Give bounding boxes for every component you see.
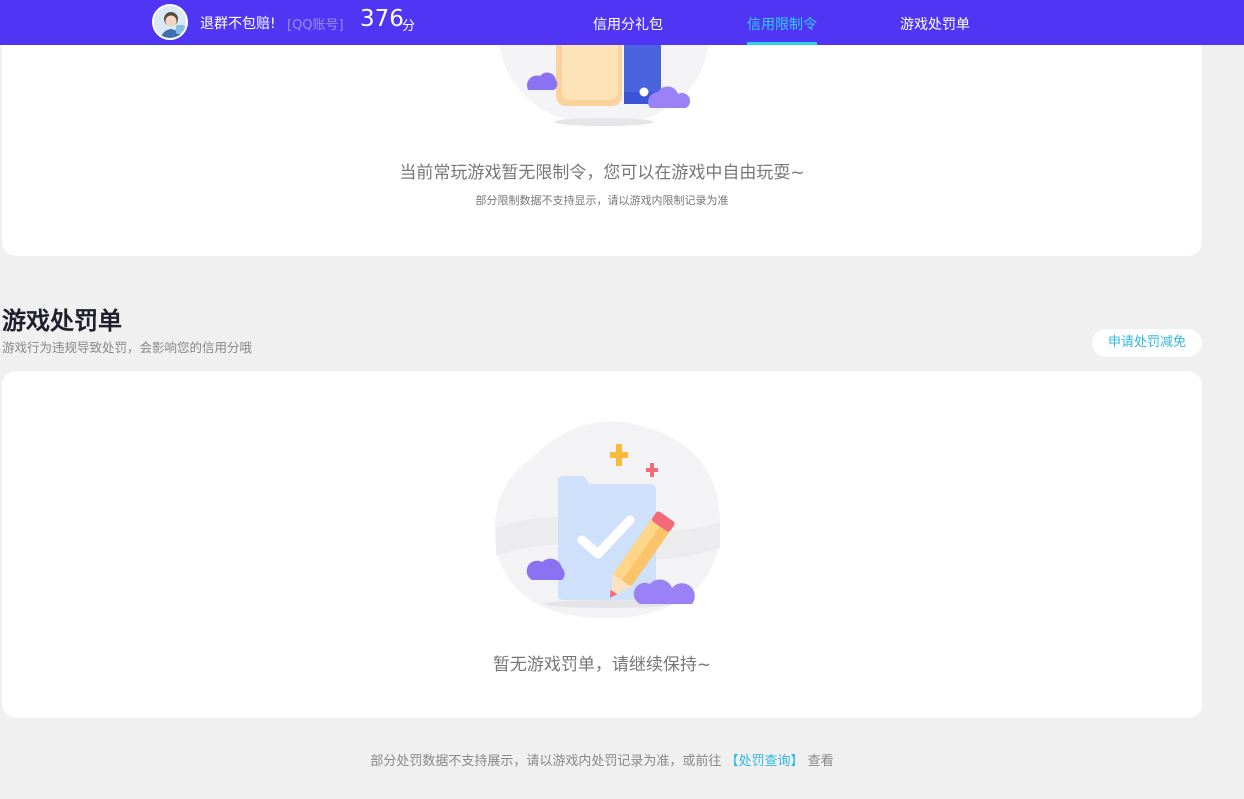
footer-text-after: 查看	[807, 754, 834, 769]
penalty-section-title: 游戏处罚单	[2, 307, 122, 335]
restriction-note: 部分限制数据不支持显示，请以游戏内限制记录为准	[475, 194, 729, 207]
restriction-empty-message: 当前常玩游戏暂无限制令，您可以在游戏中自由玩耍~	[399, 163, 805, 183]
active-tab-indicator	[747, 42, 817, 45]
credit-score: 376	[360, 6, 404, 32]
penalty-footer-note: 部分处罚数据不支持展示，请以游戏内处罚记录为准，或前往 【处罚查询】 查看	[0, 750, 1204, 769]
credit-score-unit: 分	[402, 19, 416, 34]
apply-penalty-reduction-button[interactable]: 申请处罚减免	[1092, 329, 1202, 357]
top-nav-bar: 退群不包赔! [QQ账号] 376 分 信用分礼包 信用限制令 游戏处罚单	[0, 0, 1244, 45]
penalty-empty-message: 暂无游戏罚单，请继续保持~	[492, 655, 712, 675]
penalty-query-link[interactable]: 【处罚查询】	[725, 754, 803, 769]
tab-credit-gift[interactable]: 信用分礼包	[593, 14, 663, 34]
tab-credit-restriction[interactable]: 信用限制令	[747, 14, 817, 34]
footer-text-before: 部分处罚数据不支持展示，请以游戏内处罚记录为准，或前往	[370, 754, 722, 769]
account-type-label: [QQ账号]	[287, 18, 344, 33]
avatar-icon	[154, 6, 186, 38]
tab-game-penalty[interactable]: 游戏处罚单	[900, 14, 970, 34]
user-avatar[interactable]	[152, 4, 188, 40]
user-nickname: 退群不包赔!	[200, 16, 276, 32]
penalty-section-subtitle: 游戏行为违规导致处罚，会影响您的信用分哦	[2, 340, 253, 355]
document-check-pencil-illustration	[494, 421, 721, 618]
